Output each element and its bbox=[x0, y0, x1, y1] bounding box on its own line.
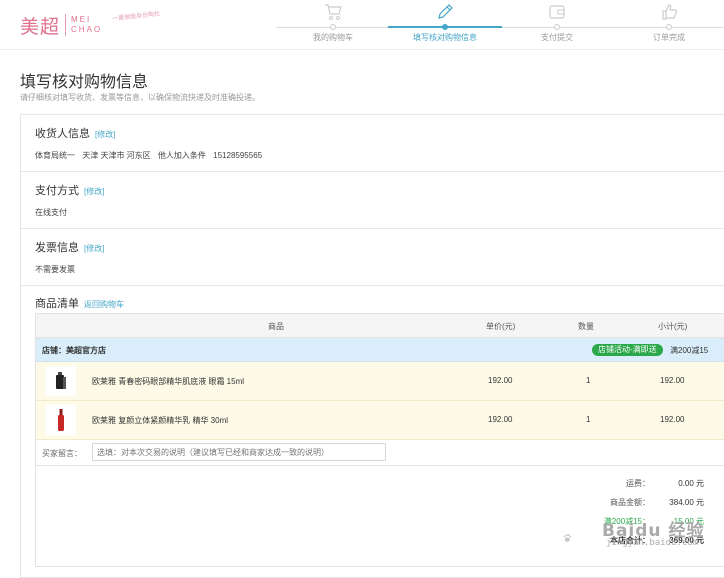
shop-name[interactable]: 店铺：美超官方店 bbox=[42, 345, 106, 356]
payment-method: 在线支付 bbox=[35, 208, 67, 217]
step-fill-info: 填写核对购物信息 bbox=[388, 0, 502, 50]
product-name[interactable]: 欧莱雅 青春密码眼部精华肌底液 眼霜 15ml bbox=[92, 376, 244, 387]
pencil-icon bbox=[438, 4, 453, 19]
recipient-title: 收货人信息 [修改] bbox=[35, 125, 115, 141]
invoice-heading: 发票信息 bbox=[35, 242, 79, 254]
table-row: 欧莱雅 青春密码眼部精华肌底液 眼霜 15ml 192.00 1 192.00 bbox=[36, 362, 724, 401]
invoice-value: 不需要发票 bbox=[35, 265, 75, 274]
step-label: 我的购物车 bbox=[313, 33, 353, 42]
shop-promo-badge: 店铺活动-满即送 bbox=[592, 344, 663, 356]
payment-title: 支付方式 [修改] bbox=[35, 182, 104, 198]
shipping-value: 0.00 元 bbox=[678, 479, 704, 488]
buyer-note-row: 买家留言： bbox=[36, 440, 724, 466]
product-price: 192.00 bbox=[488, 415, 513, 424]
invoice-section: 发票信息 [修改] 不需要发票 bbox=[21, 229, 724, 286]
shipping-line: 运费： 0.00 元 bbox=[36, 478, 724, 492]
step-complete: 订单完成 bbox=[612, 0, 724, 50]
logo-english: MEI CHAO bbox=[71, 15, 102, 35]
product-subtotal: 192.00 bbox=[660, 376, 685, 385]
recipient-heading: 收货人信息 bbox=[35, 128, 90, 140]
table-row: 欧莱雅 复颜立体紧颜精华乳 精华 30ml 192.00 1 192.00 bbox=[36, 401, 724, 440]
recipient-section: 收货人信息 [修改] 体育局统一 天津 天津市 河东区 他人加入条件 151285… bbox=[21, 115, 724, 172]
buyer-note-input[interactable] bbox=[92, 443, 386, 461]
recipient-edit-link[interactable]: [修改] bbox=[95, 130, 115, 139]
product-thumbnail[interactable] bbox=[46, 405, 76, 435]
col-subtotal: 小计(元) bbox=[658, 322, 688, 331]
goods-amount-label: 商品金额： bbox=[610, 498, 650, 507]
logo-slogan: 一直做我身份陶社 bbox=[111, 11, 161, 23]
recipient-phone: 15128595565 bbox=[213, 151, 263, 160]
step-label: 订单完成 bbox=[653, 33, 685, 42]
recipient-address: 天津 天津市 河东区 bbox=[82, 151, 151, 160]
product-name[interactable]: 欧莱雅 复颜立体紧颜精华乳 精华 30ml bbox=[92, 415, 228, 426]
recipient-address-detail: 他人加入条件 bbox=[157, 151, 206, 160]
payment-section: 支付方式 [修改] 在线支付 bbox=[21, 172, 724, 229]
step-payment: 支付提交 bbox=[500, 0, 614, 50]
step-label: 支付提交 bbox=[541, 33, 573, 42]
col-price: 单价(元) bbox=[486, 322, 516, 331]
logo-english-line1: MEI bbox=[71, 15, 92, 24]
shipping-label: 运费： bbox=[626, 479, 650, 488]
product-qty: 1 bbox=[586, 415, 591, 424]
goods-amount-value: 384.00 元 bbox=[669, 498, 704, 507]
shop-row: 店铺：美超官方店 店铺活动-满即送 满200减15 bbox=[36, 338, 724, 362]
goods-title: 商品清单 返回购物车 bbox=[35, 295, 124, 311]
step-label: 填写核对购物信息 bbox=[413, 33, 477, 42]
goods-heading: 商品清单 bbox=[35, 298, 79, 310]
step-dot bbox=[442, 24, 448, 30]
watermark-url: jingyan.baidu.com bbox=[606, 538, 699, 548]
invoice-edit-link[interactable]: [修改] bbox=[84, 244, 104, 253]
invoice-title: 发票信息 [修改] bbox=[35, 239, 104, 255]
cart-icon bbox=[325, 4, 342, 20]
product-qty: 1 bbox=[586, 376, 591, 385]
page-subtitle: 请仔细核对填写收货、发票等信息，以确保物流快递及时准确投递。 bbox=[20, 93, 260, 102]
site-logo[interactable]: 美超 MEI CHAO 一直做我身份陶社 bbox=[20, 10, 160, 40]
logo-divider bbox=[65, 14, 67, 36]
buyer-note-label: 买家留言： bbox=[42, 449, 82, 458]
order-panel: 收货人信息 [修改] 体育局统一 天津 天津市 河东区 他人加入条件 151285… bbox=[20, 114, 724, 578]
product-price: 192.00 bbox=[488, 376, 513, 385]
product-thumbnail[interactable] bbox=[46, 366, 76, 396]
recipient-name: 体育局统一 bbox=[35, 151, 75, 160]
col-qty: 数量 bbox=[578, 322, 594, 331]
baidu-paw-icon bbox=[563, 534, 572, 542]
recipient-detail: 体育局统一 天津 天津市 河东区 他人加入条件 15128595565 bbox=[35, 150, 267, 161]
product-subtotal: 192.00 bbox=[660, 415, 685, 424]
shop-promo-text: 满200减15 bbox=[670, 346, 709, 355]
wallet-icon bbox=[549, 5, 565, 19]
payment-edit-link[interactable]: [修改] bbox=[84, 187, 104, 196]
step-dot bbox=[330, 24, 336, 30]
payment-heading: 支付方式 bbox=[35, 185, 79, 197]
step-dot bbox=[554, 24, 560, 30]
goods-amount-line: 商品金额： 384.00 元 bbox=[36, 497, 724, 511]
step-cart: 我的购物车 bbox=[276, 0, 390, 50]
col-product: 商品 bbox=[268, 322, 284, 331]
thumbs-up-icon bbox=[662, 4, 678, 20]
back-to-cart-link[interactable]: 返回购物车 bbox=[84, 300, 124, 309]
step-dot bbox=[666, 24, 672, 30]
logo-chinese: 美超 bbox=[20, 15, 61, 38]
table-header: 商品 单价(元) 数量 小计(元) bbox=[36, 314, 724, 338]
logo-english-line2: CHAO bbox=[71, 25, 103, 34]
page-title: 填写核对购物信息 bbox=[20, 74, 149, 91]
top-header: 美超 MEI CHAO 一直做我身份陶社 我的购物车 填写核对购物信息 支付提交 bbox=[0, 0, 724, 50]
